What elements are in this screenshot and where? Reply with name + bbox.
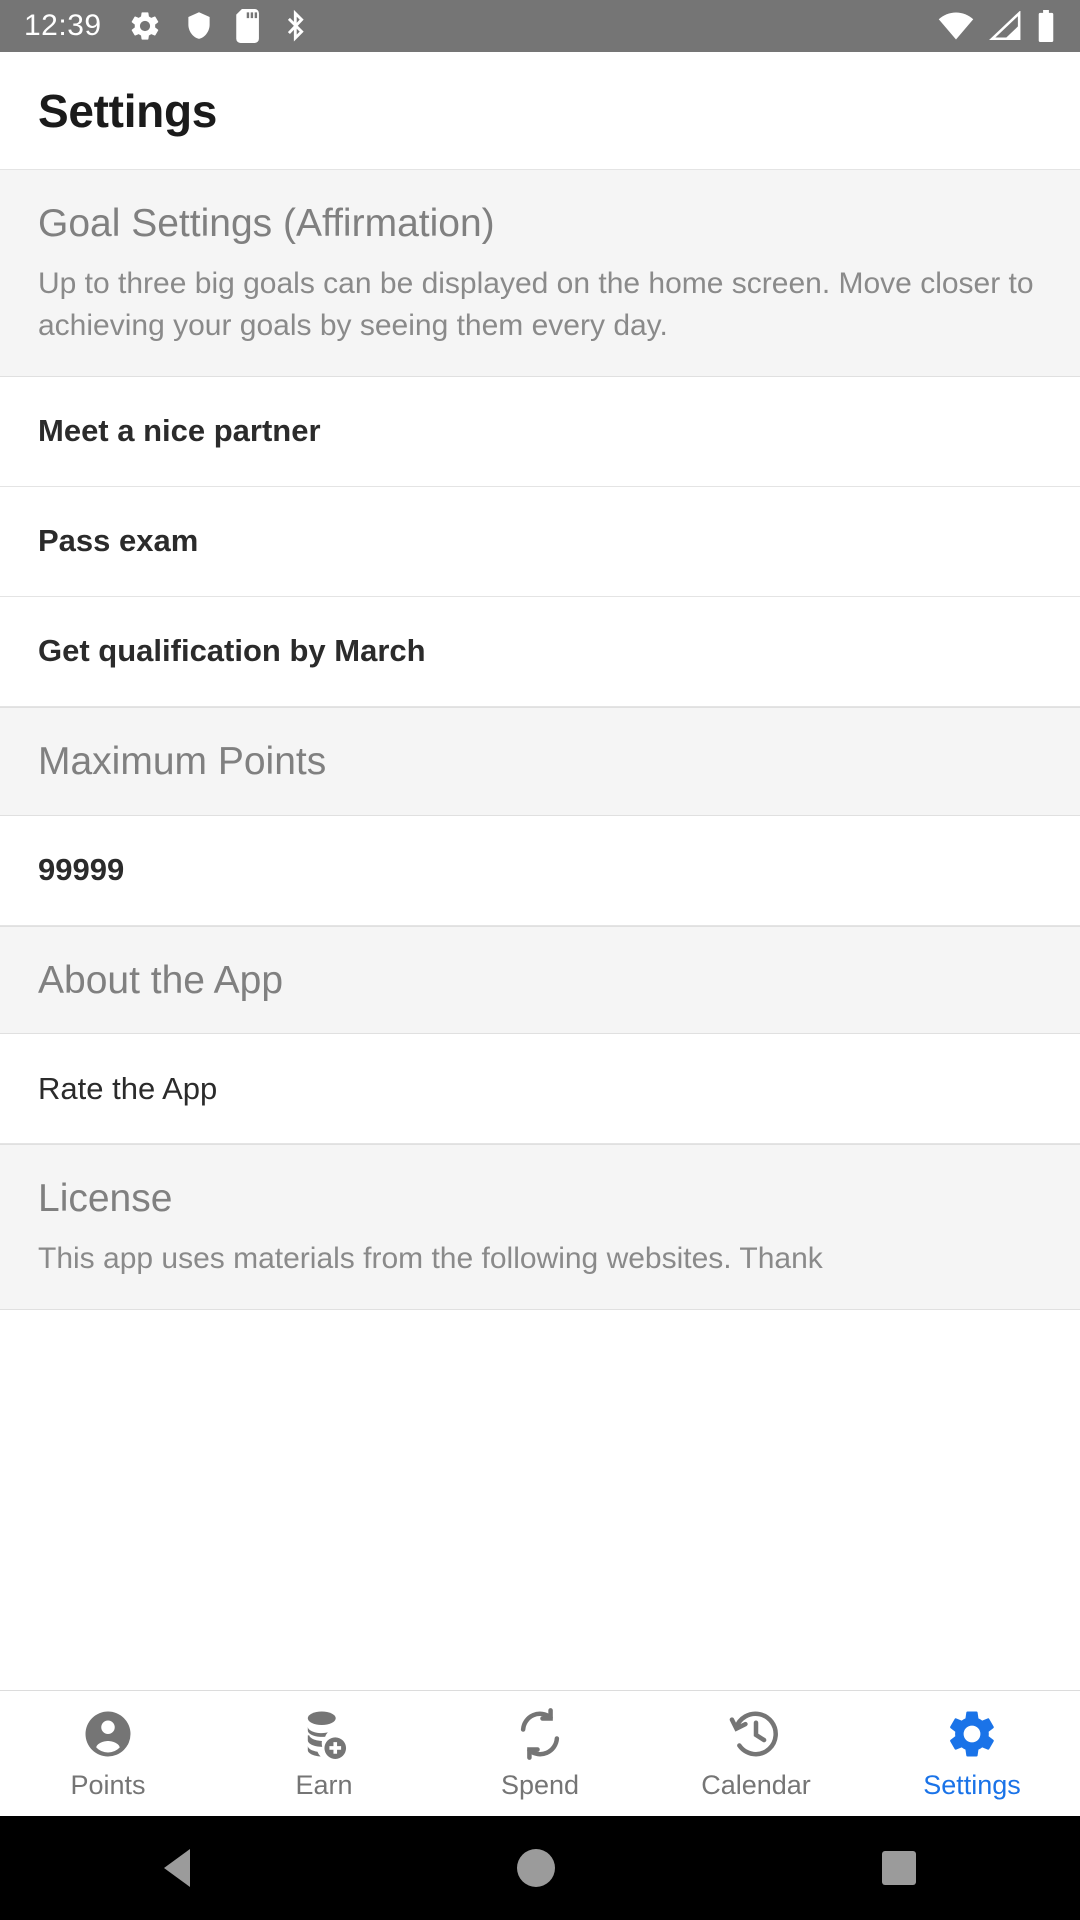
goal-item-row-2[interactable]: Pass exam xyxy=(0,486,1080,597)
sd-card-icon xyxy=(235,9,259,43)
rate-the-app-label: Rate the App xyxy=(38,1070,218,1106)
maximum-points-value: 99999 xyxy=(38,852,125,888)
goal-item-label: Get qualification by March xyxy=(38,633,426,669)
status-bar: 12:39 xyxy=(0,0,1080,52)
section-header-maximum-points: Maximum Points xyxy=(0,706,1080,816)
goal-item-label: Pass exam xyxy=(38,523,199,559)
section-header-goal-settings: Goal Settings (Affirmation) Up to three … xyxy=(0,170,1080,377)
recents-button[interactable] xyxy=(882,1851,917,1885)
shield-icon xyxy=(187,12,210,39)
status-right-icons xyxy=(938,10,1056,42)
coins-add-icon xyxy=(297,1706,351,1762)
wifi-icon xyxy=(938,12,974,40)
phone-screen: 12:39 Settings Goal Settings (Affirmatio… xyxy=(0,0,1080,1920)
section-description-license: This app uses materials from the followi… xyxy=(38,1242,823,1276)
nav-label-calendar: Calendar xyxy=(701,1770,811,1800)
system-navigation-bar xyxy=(0,1816,1080,1920)
nav-item-spend[interactable]: Spend xyxy=(432,1691,648,1816)
sync-arrows-icon xyxy=(513,1706,567,1762)
cellular-signal-icon xyxy=(989,11,1021,41)
bluetooth-icon xyxy=(287,9,304,42)
goal-item-row-3[interactable]: Get qualification by March xyxy=(0,596,1080,707)
section-title-goal-settings: Goal Settings (Affirmation) xyxy=(38,202,495,245)
status-left-icons xyxy=(128,9,308,43)
page-title: Settings xyxy=(38,84,218,137)
section-description-goal-settings: Up to three big goals can be displayed o… xyxy=(38,266,1034,343)
nav-label-spend: Spend xyxy=(500,1770,580,1800)
nav-item-earn[interactable]: Earn xyxy=(216,1691,432,1816)
history-clock-icon xyxy=(729,1706,783,1762)
home-button[interactable] xyxy=(516,1849,555,1887)
section-header-about-the-app: About the App xyxy=(0,925,1080,1035)
nav-item-settings[interactable]: Settings xyxy=(864,1691,1080,1816)
nav-label-points: Points xyxy=(70,1770,146,1800)
goal-item-row-1[interactable]: Meet a nice partner xyxy=(0,376,1080,487)
app-bar: Settings xyxy=(0,52,1080,170)
nav-label-settings: Settings xyxy=(923,1770,1021,1800)
section-header-license: License This app uses materials from the… xyxy=(0,1144,1080,1310)
nav-label-earn: Earn xyxy=(295,1770,353,1800)
gear-icon xyxy=(944,1706,1000,1762)
section-title-license: License xyxy=(38,1177,173,1221)
back-button[interactable] xyxy=(163,1849,190,1887)
nav-item-calendar[interactable]: Calendar xyxy=(648,1691,864,1816)
nav-item-points[interactable]: Points xyxy=(0,1691,216,1816)
section-title-about-the-app: About the App xyxy=(38,958,284,1002)
settings-list[interactable]: Goal Settings (Affirmation) Up to three … xyxy=(0,170,1080,1690)
section-title-maximum-points: Maximum Points xyxy=(38,739,327,783)
maximum-points-row[interactable]: 99999 xyxy=(0,815,1080,926)
status-time: 12:39 xyxy=(24,9,102,42)
person-icon xyxy=(81,1706,135,1762)
goal-item-label: Meet a nice partner xyxy=(38,413,321,449)
gear-icon xyxy=(131,12,158,40)
bottom-navigation-bar: Points Earn Spend Calendar Settings xyxy=(0,1690,1080,1816)
battery-icon xyxy=(1038,10,1054,42)
rate-the-app-row[interactable]: Rate the App xyxy=(0,1034,1080,1145)
